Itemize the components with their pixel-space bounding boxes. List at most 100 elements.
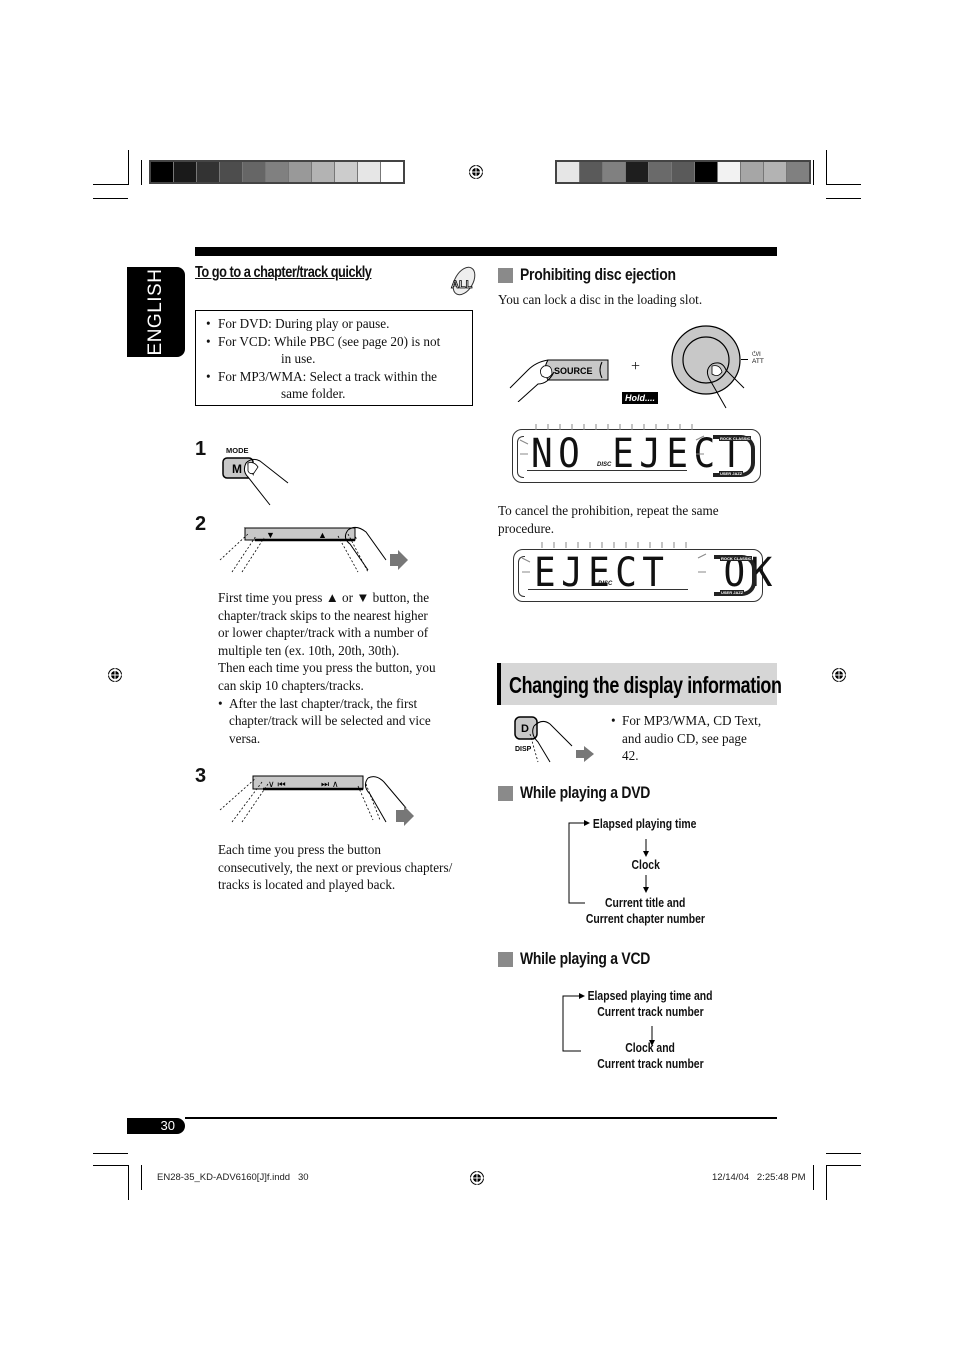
- section-heading-prohibit: Prohibiting disc ejection: [498, 265, 710, 285]
- skip-button-illustration: ▼ ▲: [219, 526, 408, 573]
- all-icon-text: ALL: [451, 279, 473, 291]
- text-line: multiple ten (ex. 10th, 20th, 30th).: [218, 642, 400, 658]
- note-label: For VCD:: [218, 333, 271, 349]
- colorbar-swatch: [266, 162, 289, 182]
- lcd-user-jazz: USER JAZZ: [720, 590, 745, 595]
- heading-square-icon: [498, 785, 513, 801]
- note-text: Select a track within the: [309, 368, 438, 384]
- vcd-flow-clock-track: Clock and Current track number: [596, 1040, 704, 1071]
- heading-text: While playing a DVD: [520, 783, 651, 802]
- prev-icon: ∨ ⏮: [268, 780, 286, 790]
- display-note: • For MP3/WMA, CD Text, and audio CD, se…: [611, 712, 792, 765]
- plus-sign: +: [631, 358, 641, 375]
- note-text: same folder.: [281, 386, 346, 402]
- note-mp3: For MP3/WMA: Select a track within the s…: [206, 368, 464, 403]
- dvd-flow-title-chapter: Current title and Current chapter number: [585, 895, 705, 926]
- colorbar-swatch: [312, 162, 335, 182]
- colorbar-swatch: [718, 162, 741, 182]
- section-heading-chapter-track: To go to a chapter/track quickly: [195, 264, 372, 281]
- heading-text: While playing a VCD: [520, 949, 651, 968]
- registration-mark-icon: [468, 164, 484, 180]
- text-line: or lower chapter/track with a number of: [218, 625, 429, 641]
- text-line: procedure.: [498, 520, 555, 536]
- text-line: and audio CD, see page: [622, 730, 747, 746]
- att-label: ATT: [752, 358, 764, 365]
- prohibit-intro: You can lock a disc in the loading slot.: [498, 292, 703, 307]
- lcd-user-jazz: USER JAZZ: [719, 471, 744, 476]
- heading-square-icon: [498, 267, 513, 283]
- colorbar-swatch: [220, 162, 243, 182]
- colorbar-swatch: [381, 162, 403, 182]
- dvd-flow-clock: Clock: [631, 857, 661, 872]
- text-line: Then each time you press the button, you: [218, 660, 436, 676]
- colorbar-swatch: [557, 162, 580, 182]
- language-tab: ENGLISH: [127, 267, 185, 357]
- lcd-rock-classic: ROCK CLASSIC: [719, 436, 752, 441]
- note-text: During play or pause.: [275, 316, 390, 331]
- colorbar-swatch: [197, 162, 220, 182]
- disp-button-illustration: D DISP: [514, 716, 594, 763]
- heading-text: Changing the display information: [509, 672, 782, 698]
- colorbar-swatch: [358, 162, 381, 182]
- text-line: Each time you press the button: [218, 842, 381, 857]
- power-att-label: ⏻/I ATT: [752, 351, 764, 365]
- text-line: For MP3/WMA, CD Text,: [622, 713, 762, 728]
- all-icon: ALL: [451, 266, 476, 296]
- colorbar-swatch: [289, 162, 312, 182]
- lcd-jazz: JAZZ: [732, 471, 743, 476]
- disp-key: D: [521, 723, 529, 735]
- heading-square-icon: [498, 951, 513, 967]
- page-number: 30: [160, 1118, 175, 1133]
- source-button-illustration: SOURCE: [509, 359, 609, 402]
- colorbar-swatch: [243, 162, 266, 182]
- section-heading-vcd: While playing a VCD: [498, 949, 679, 969]
- dvd-flow-elapsed: Elapsed playing time: [593, 816, 697, 831]
- cancel-instruction: To cancel the prohibition, repeat the sa…: [498, 502, 768, 537]
- right-colorbar: [555, 160, 811, 184]
- blink-rays: [519, 424, 705, 455]
- footer-filename: EN28-35_KD-ADV6160[J]f.indd 30: [157, 1172, 309, 1183]
- up-arrow-icon: ▲: [318, 530, 327, 540]
- mode-button-illustration: M: [222, 457, 289, 506]
- colorbar-swatch: [603, 162, 626, 182]
- control-knob-illustration: [671, 325, 745, 409]
- colorbar-swatch: [695, 162, 718, 182]
- bottom-rule: [185, 1117, 777, 1119]
- mode-label: MODE: [226, 446, 249, 455]
- step-number: 2: [195, 513, 207, 535]
- colorbar-swatch: [672, 162, 695, 182]
- power-icon: ⏻/I: [752, 351, 761, 358]
- top-rule: [195, 247, 777, 256]
- section-heading-dvd: While playing a DVD: [498, 783, 679, 803]
- lcd-user: USER: [720, 471, 732, 476]
- text-line: chapter/track will be selected and vice: [229, 713, 431, 729]
- blink-rays: [521, 542, 707, 573]
- availability-notes: For DVD: During play or pause. For VCD: …: [195, 310, 473, 406]
- mode-key: M: [232, 462, 242, 476]
- text-line: can skip 10 chapters/tracks.: [218, 677, 364, 693]
- colorbar-swatch: [174, 162, 197, 182]
- colorbar-swatch: [626, 162, 649, 182]
- note-dvd: For DVD: During play or pause.: [206, 315, 464, 333]
- step-number: 3: [195, 765, 207, 787]
- text-line: First time you press ▲ or ▼ button, the: [218, 590, 430, 605]
- step-number: 1: [195, 438, 207, 460]
- colorbar-swatch: [335, 162, 358, 182]
- note-text: While PBC (see page 20) is not: [273, 333, 441, 349]
- registration-mark-icon: [107, 667, 123, 683]
- text-line: versa.: [229, 730, 261, 746]
- text-line: chapter/track skips to the nearest highe…: [218, 607, 428, 623]
- hold-label: Hold....: [622, 392, 658, 404]
- registration-mark-icon: [469, 1170, 485, 1186]
- disp-label: DISP: [515, 746, 532, 753]
- lcd-rock-classic: ROCK CLASSIC: [720, 556, 753, 561]
- text-line: To cancel the prohibition, repeat the sa…: [498, 503, 719, 518]
- page-number-badge: 30: [127, 1118, 185, 1134]
- next-icon: ⏭ ∧: [321, 780, 339, 790]
- footer-timestamp: 12/14/04 2:25:48 PM: [712, 1172, 806, 1183]
- registration-mark-icon: [831, 667, 847, 683]
- text-line: 42.: [622, 748, 639, 764]
- note-vcd: For VCD: While PBC (see page 20) is not …: [206, 333, 464, 368]
- lcd-user: USER: [721, 590, 733, 595]
- colorbar-swatch: [649, 162, 672, 182]
